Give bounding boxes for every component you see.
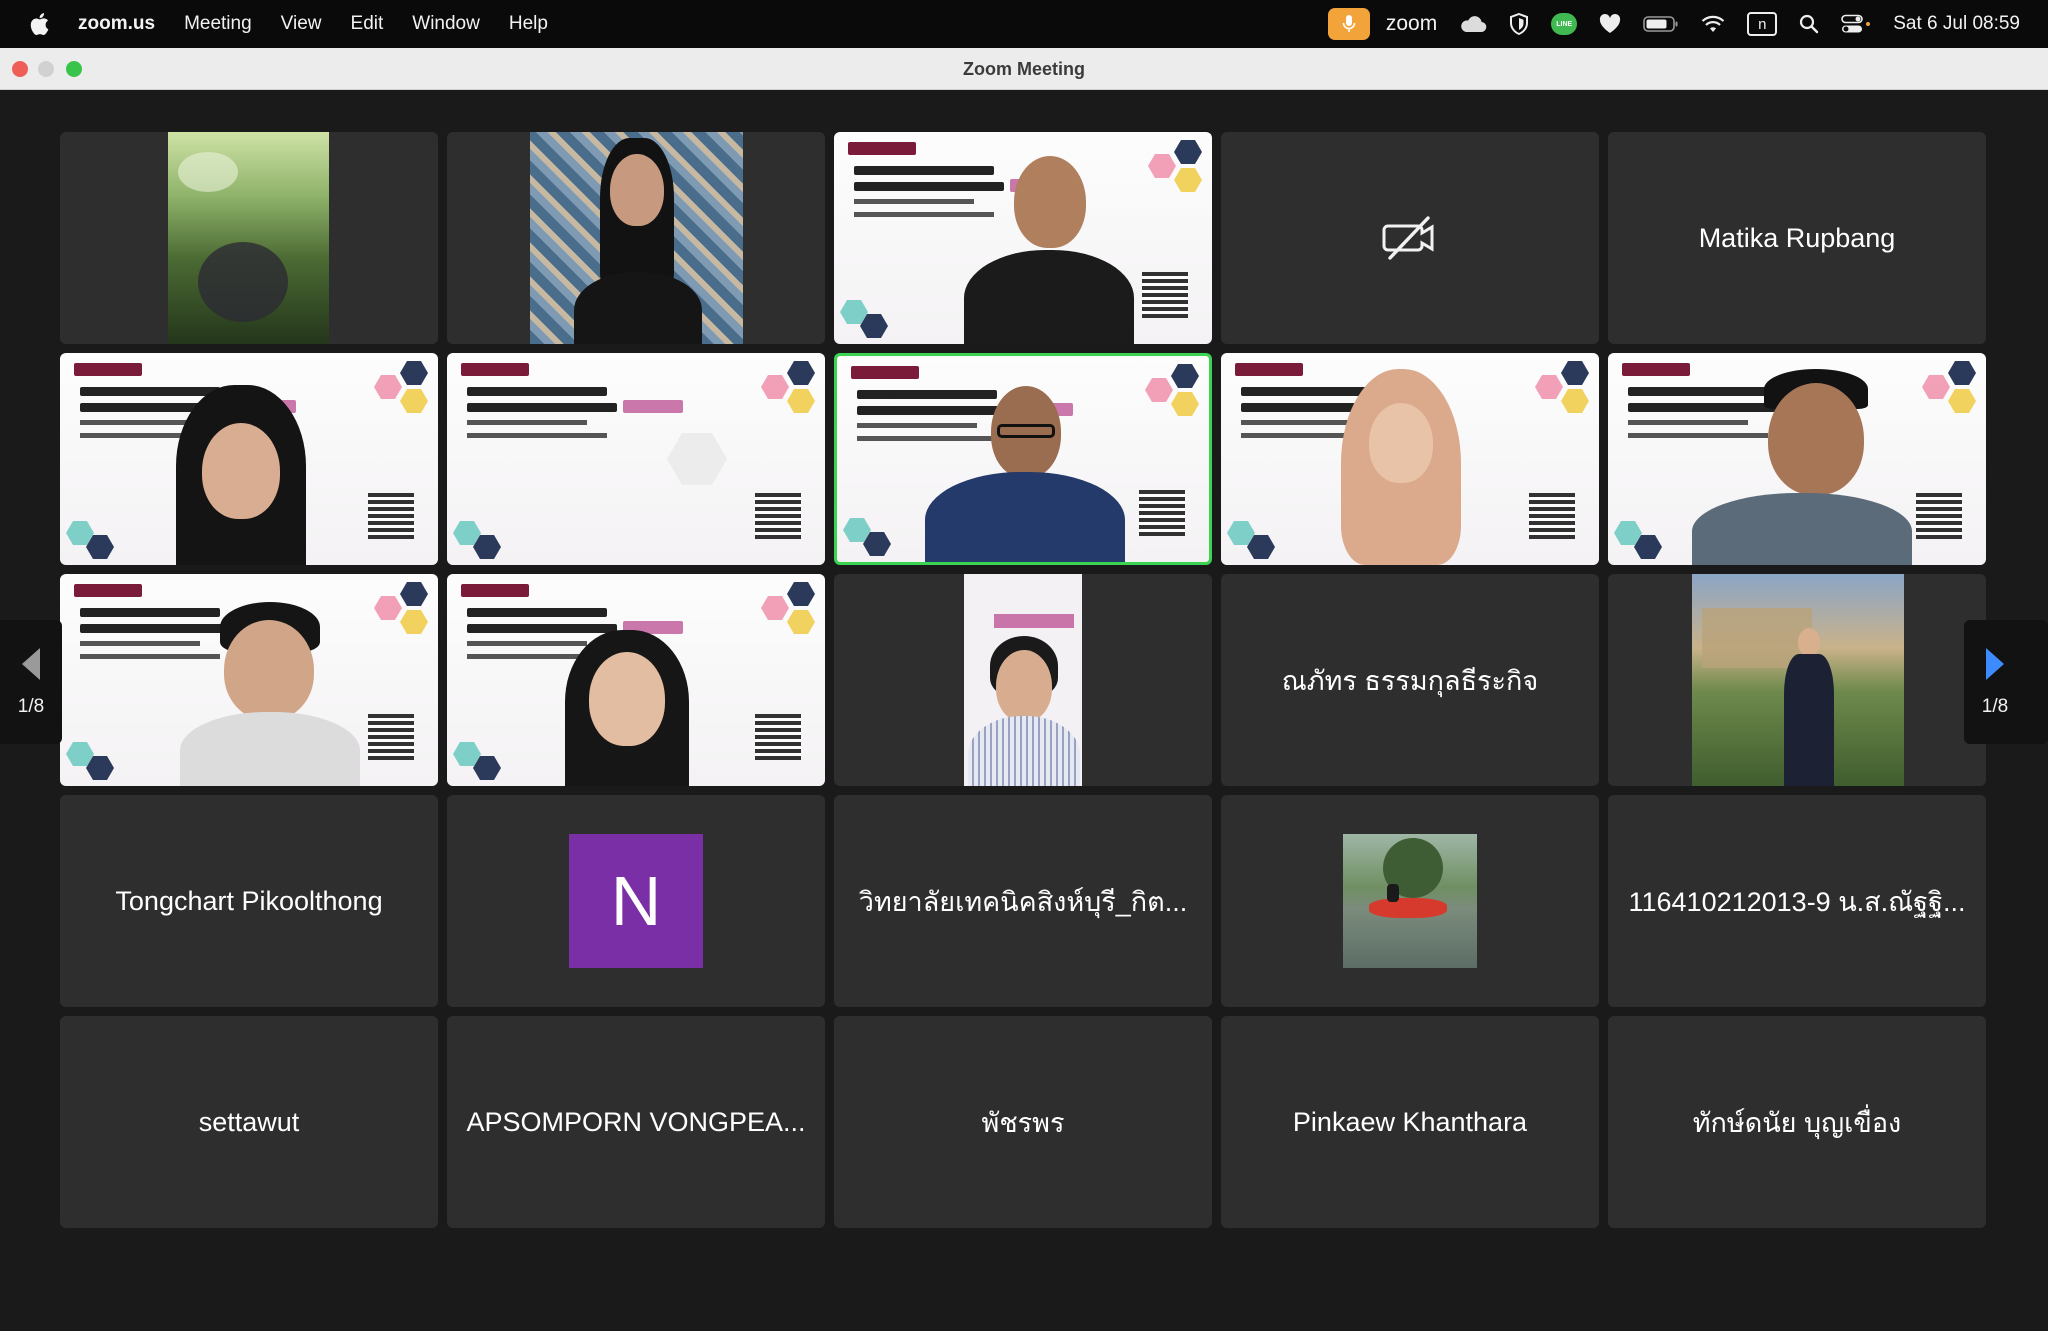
menu-edit[interactable]: Edit (351, 13, 384, 35)
next-page-button[interactable]: 1/8 (1964, 620, 2048, 744)
cloud-icon[interactable] (1459, 15, 1487, 33)
participant-tile[interactable]: APSOMPORN VONGPEA... (447, 1016, 825, 1228)
participant-name: พัชรพร (981, 1107, 1065, 1138)
participant-tile[interactable]: settawut (60, 1016, 438, 1228)
participant-name: settawut (198, 1106, 300, 1137)
menu-help[interactable]: Help (509, 13, 548, 35)
participant-video (60, 353, 438, 565)
participant-video (1692, 574, 1904, 786)
participant-tile[interactable]: Pinkaew Khanthara (1221, 1016, 1599, 1228)
participant-tile[interactable] (1608, 574, 1986, 786)
page-indicator-right: 1/8 (1981, 696, 2009, 717)
participant-tile[interactable]: N (447, 795, 825, 1007)
participant-video (837, 356, 1209, 562)
search-icon[interactable] (1799, 14, 1819, 34)
microphone-icon[interactable] (1327, 8, 1370, 40)
participant-name: Tongchart Pikoolthong (115, 885, 383, 916)
participant-tile[interactable] (1608, 353, 1986, 565)
participant-video (60, 574, 438, 786)
participant-tile[interactable]: Tongchart Pikoolthong (60, 795, 438, 1007)
participant-video (964, 574, 1082, 786)
participant-tile[interactable] (447, 132, 825, 344)
menu-meeting[interactable]: Meeting (184, 13, 252, 35)
heart-icon[interactable] (1599, 14, 1621, 34)
participant-tile[interactable]: 116410212013-9 น.ส.ณัฐฐิ... (1608, 795, 1986, 1007)
participant-profile-photo (1343, 834, 1477, 968)
participant-tile[interactable] (447, 574, 825, 786)
apple-icon[interactable] (28, 11, 50, 37)
participant-tile[interactable] (447, 353, 825, 565)
participant-video (834, 132, 1212, 344)
participant-name: วิทยาลัยเทคนิคสิงห์บุรี_กิต... (858, 886, 1188, 917)
window-title: Zoom Meeting (963, 59, 1085, 79)
participant-tile[interactable]: พัชรพร (834, 1016, 1212, 1228)
menu-window[interactable]: Window (412, 13, 480, 35)
participant-video (1608, 353, 1986, 565)
participant-tile[interactable]: วิทยาลัยเทคนิคสิงห์บุรี_กิต... (834, 795, 1212, 1007)
participant-name: APSOMPORN VONGPEA... (466, 1106, 806, 1137)
participant-tile[interactable] (60, 574, 438, 786)
window-titlebar: Zoom Meeting (0, 48, 2048, 90)
participant-tile[interactable] (834, 574, 1212, 786)
menu-app-name[interactable]: zoom.us (78, 13, 155, 35)
menu-view[interactable]: View (281, 13, 322, 35)
menu-bar: zoom.us Meeting View Edit Window Help zo… (0, 0, 2048, 48)
participant-tile-active-speaker[interactable] (834, 353, 1212, 565)
gallery-view: 1/8 1/8 Matika Rupbang ณภัทร ธรรมกุลธีระ… (0, 90, 2048, 1331)
participant-name: ทักษ์ดนัย บุญเขื่อง (1692, 1107, 1902, 1138)
chevron-left-icon (22, 648, 40, 680)
participant-tile[interactable] (1221, 132, 1599, 344)
participant-tile[interactable] (60, 353, 438, 565)
camera-off-icon (1382, 216, 1434, 260)
participant-video (530, 132, 743, 344)
wifi-icon[interactable] (1701, 15, 1725, 33)
chevron-right-icon (1986, 648, 2004, 680)
previous-page-button[interactable]: 1/8 (0, 620, 62, 744)
participant-avatar: N (569, 834, 703, 968)
zoom-status-label[interactable]: zoom (1386, 12, 1437, 36)
participant-name: Pinkaew Khanthara (1292, 1106, 1528, 1137)
participant-tile[interactable] (1221, 795, 1599, 1007)
participant-tile[interactable] (1221, 353, 1599, 565)
participant-tile[interactable] (834, 132, 1212, 344)
menu-clock[interactable]: Sat 6 Jul 08:59 (1893, 13, 2020, 35)
participant-name: Matika Rupbang (1698, 222, 1896, 253)
participant-tile[interactable]: ทักษ์ดนัย บุญเขื่อง (1608, 1016, 1986, 1228)
participant-video (168, 132, 329, 344)
participant-tile[interactable]: ณภัทร ธรรมกุลธีระกิจ (1221, 574, 1599, 786)
participant-tile[interactable] (60, 132, 438, 344)
shield-icon[interactable] (1509, 13, 1529, 35)
participant-video (447, 574, 825, 786)
line-app-icon[interactable]: LINE (1551, 13, 1578, 35)
participant-video (1221, 353, 1599, 565)
control-center-icon[interactable] (1841, 14, 1871, 34)
participant-video (447, 353, 825, 565)
page-indicator-left: 1/8 (17, 696, 45, 717)
participant-name: 116410212013-9 น.ส.ณัฐฐิ... (1628, 886, 1966, 917)
battery-icon[interactable] (1643, 15, 1679, 33)
participant-tile[interactable]: Matika Rupbang (1608, 132, 1986, 344)
input-source-icon[interactable]: n (1747, 12, 1778, 36)
participant-name: ณภัทร ธรรมกุลธีระกิจ (1281, 665, 1539, 696)
